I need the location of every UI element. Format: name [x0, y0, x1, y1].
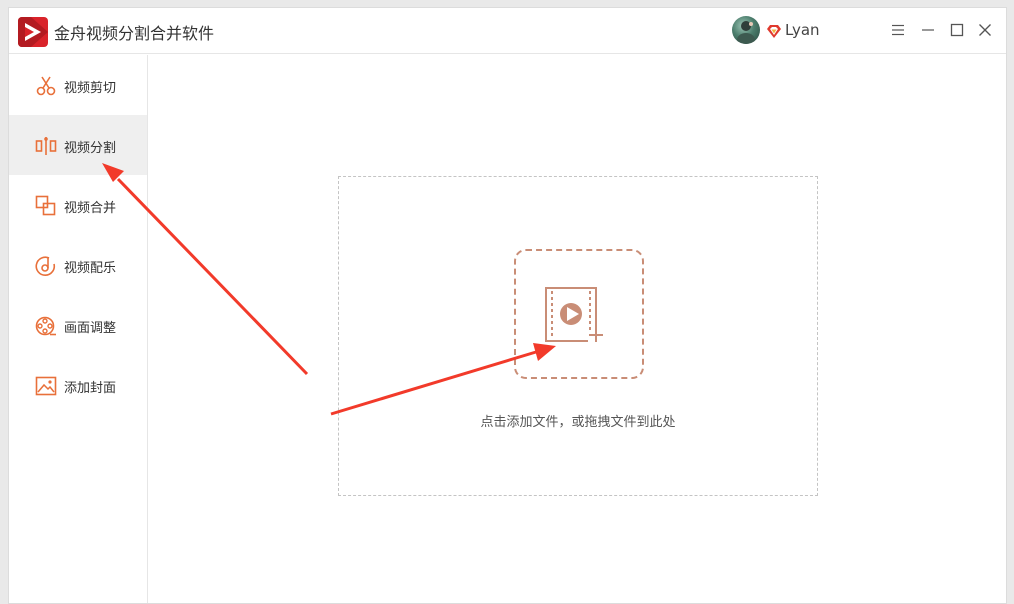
hamburger-menu-icon — [892, 24, 904, 36]
sidebar-item-picture-adjust[interactable]: 画面调整 — [9, 295, 147, 355]
close-icon — [979, 24, 991, 36]
merge-icon — [35, 195, 56, 216]
close-button[interactable] — [975, 20, 995, 40]
sidebar-item-video-cut[interactable]: 视频剪切 — [9, 55, 147, 115]
maximize-button[interactable] — [947, 20, 967, 40]
sidebar-item-add-cover[interactable]: 添加封面 — [9, 355, 147, 415]
app-title: 金舟视频分割合并软件 — [54, 24, 215, 43]
title-bar: 金舟视频分割合并软件 Lyan — [9, 8, 1006, 54]
sidebar-item-video-merge[interactable]: 视频合并 — [9, 175, 147, 235]
sidebar-item-label: 画面调整 — [64, 321, 117, 336]
split-icon — [35, 137, 57, 155]
scissors-icon — [36, 76, 56, 96]
sidebar-item-video-music[interactable]: 视频配乐 — [9, 235, 147, 295]
file-drop-zone[interactable]: 点击添加文件，或拖拽文件到此处 — [338, 176, 818, 496]
username[interactable]: Lyan — [785, 21, 820, 39]
menu-button[interactable] — [888, 20, 908, 40]
image-icon — [35, 376, 57, 396]
music-icon — [35, 256, 56, 276]
sidebar-item-label: 视频配乐 — [64, 261, 117, 276]
sidebar-item-label: 视频合并 — [64, 201, 117, 216]
app-logo-icon — [18, 17, 48, 47]
maximize-icon — [950, 23, 964, 37]
sidebar-item-label: 添加封面 — [64, 381, 117, 396]
sidebar-item-label: 视频分割 — [64, 141, 117, 156]
drop-hint-text: 点击添加文件，或拖拽文件到此处 — [480, 415, 676, 430]
sidebar-item-label: 视频剪切 — [64, 81, 117, 96]
app-window: 金舟视频分割合并软件 Lyan 视频剪切 视频分割 视频合并 视频配乐 画面调整… — [8, 7, 1007, 604]
add-file-button[interactable] — [514, 249, 644, 379]
avatar[interactable] — [732, 16, 760, 44]
vip-diamond-icon — [766, 23, 782, 39]
sidebar-item-video-split[interactable]: 视频分割 — [9, 115, 147, 175]
add-video-icon — [545, 287, 603, 342]
sidebar: 视频剪切 视频分割 视频合并 视频配乐 画面调整 添加封面 — [9, 55, 148, 603]
minimize-button[interactable] — [918, 20, 938, 40]
film-reel-icon — [35, 316, 56, 336]
minimize-icon — [922, 29, 934, 31]
